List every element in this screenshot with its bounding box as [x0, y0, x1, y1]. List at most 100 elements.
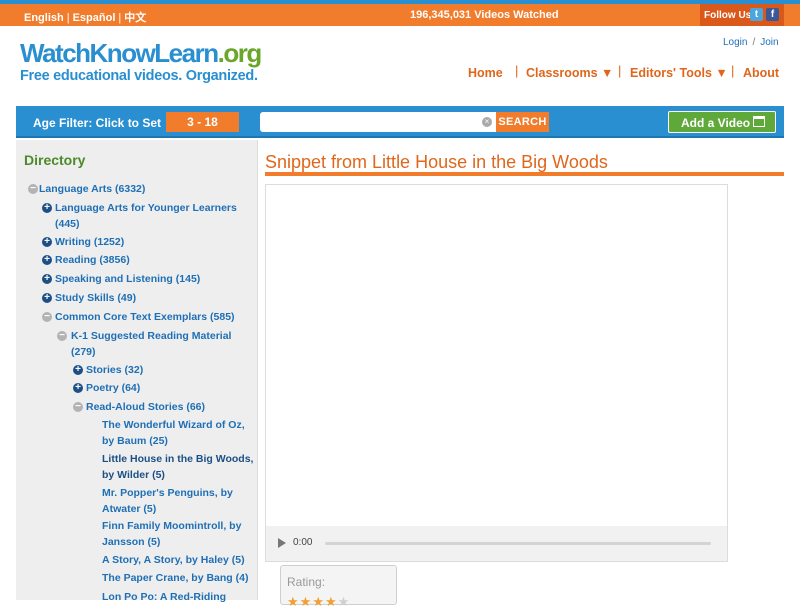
directory-item-line: by Baum (25): [102, 435, 168, 447]
rating-box: Rating: ★★★★★: [280, 565, 397, 609]
directory-item-line: by Wilder (5): [102, 469, 165, 481]
star-icon[interactable]: ★: [312, 594, 325, 609]
expand-icon[interactable]: +: [42, 274, 52, 284]
directory-item[interactable]: Finn Family Moomintroll, by Jansson (5): [102, 518, 241, 550]
directory-item-line: Writing (1252): [55, 236, 125, 248]
directory-item[interactable]: Study Skills (49): [55, 290, 136, 306]
follow-us-label: Follow Us: [704, 10, 752, 21]
directory-item-line: Language Arts (6332): [39, 183, 146, 195]
account-links: Login / Join: [723, 37, 779, 48]
logo-tagline: Free educational videos. Organized.: [20, 68, 258, 84]
clapperboard-icon: [753, 116, 765, 127]
expand-icon[interactable]: +: [73, 365, 83, 375]
directory-item-line: Finn Family Moomintroll, by: [102, 520, 242, 532]
video-player[interactable]: 0:00: [265, 184, 728, 562]
directory-item[interactable]: Common Core Text Exemplars (585): [55, 309, 235, 325]
clear-search-icon[interactable]: ×: [482, 117, 492, 127]
directory-item[interactable]: Stories (32): [86, 362, 143, 378]
directory-item-line: Common Core Text Exemplars (585): [55, 311, 235, 323]
directory-item-line: Atwater (5): [102, 503, 157, 515]
nav-classrooms[interactable]: Classrooms ▼: [526, 66, 613, 80]
directory-item-line: (445): [55, 218, 80, 230]
directory-item[interactable]: Speaking and Listening (145): [55, 271, 200, 287]
follow-us-box: Follow Us t f: [700, 4, 784, 26]
directory-item-line: Reading (3856): [55, 254, 130, 266]
star-icon[interactable]: ★: [300, 594, 313, 609]
login-link[interactable]: Login: [723, 37, 747, 48]
age-range-button[interactable]: 3 - 18: [166, 112, 239, 132]
time-display: 0:00: [293, 537, 313, 548]
directory-item-line: Speaking and Listening (145): [55, 273, 201, 285]
star-icon[interactable]: ★: [338, 594, 351, 609]
directory-item[interactable]: Reading (3856): [55, 252, 130, 268]
directory-item[interactable]: K-1 Suggested Reading Material (279): [71, 328, 231, 360]
add-video-label: Add a Video: [681, 116, 751, 130]
expand-icon[interactable]: +: [42, 203, 52, 213]
twitter-icon[interactable]: t: [750, 8, 763, 21]
nav-separator: |: [618, 63, 622, 78]
language-switcher: English | Español | 中文: [24, 9, 146, 25]
videos-watched-counter: 196,345,031 Videos Watched: [410, 9, 559, 21]
expand-icon[interactable]: +: [42, 293, 52, 303]
top-bar: English | Español | 中文 196,345,031 Videos Wa…: [0, 4, 800, 26]
directory-item[interactable]: The Paper Crane, by Bang (4): [102, 570, 248, 586]
directory-item-line: (279): [71, 346, 96, 358]
play-icon[interactable]: [278, 538, 286, 548]
nav-separator: |: [731, 63, 735, 78]
directory-item-line: Read-Aloud Stories (66): [86, 401, 206, 413]
search-toolbar: Age Filter: Click to Set 3 - 18 × SEARCH…: [16, 106, 784, 138]
expand-icon[interactable]: +: [42, 237, 52, 247]
video-title: Snippet from Little House in the Big Woo…: [265, 152, 608, 172]
directory-item-line: The Paper Crane, by Bang (4): [102, 572, 249, 584]
collapse-icon[interactable]: −: [42, 312, 52, 322]
directory-item-line: Poetry (64): [86, 382, 141, 394]
directory-item[interactable]: Writing (1252): [55, 234, 124, 250]
logo-name: WatchKnowLearn: [20, 38, 219, 68]
facebook-icon[interactable]: f: [766, 8, 779, 21]
nav-home[interactable]: Home: [468, 66, 503, 80]
language-spanish-link[interactable]: Español: [73, 12, 116, 24]
directory-item-line: Little House in the Big Woods,: [102, 453, 254, 465]
player-controls: 0:00: [266, 526, 727, 561]
directory-item-line: K-1 Suggested Reading Material: [71, 330, 232, 342]
star-icon[interactable]: ★: [325, 594, 338, 609]
language-chinese-link[interactable]: 中文: [124, 12, 146, 24]
rating-stars: ★★★★★: [287, 594, 350, 610]
directory-item[interactable]: Lon Po Po: A Red-Riding: [102, 589, 226, 605]
nav-about[interactable]: About: [743, 66, 779, 80]
collapse-icon[interactable]: −: [73, 402, 83, 412]
language-separator: |: [66, 12, 70, 24]
join-link[interactable]: Join: [760, 37, 778, 48]
directory-item[interactable]: Language Arts for Younger Learners (445): [55, 200, 237, 232]
directory-item-line: Study Skills (49): [55, 292, 137, 304]
nav-editors-tools[interactable]: Editors' Tools ▼: [630, 66, 728, 80]
directory-item-line: Stories (32): [86, 364, 144, 376]
language-separator: |: [118, 12, 122, 24]
nav-separator: |: [515, 63, 519, 78]
directory-item-line: Lon Po Po: A Red-Riding: [102, 591, 227, 603]
directory-item-current[interactable]: Little House in the Big Woods, by Wilder …: [102, 451, 253, 483]
directory-item-line: Jansson (5): [102, 536, 161, 548]
directory-item[interactable]: Mr. Popper's Penguins, by Atwater (5): [102, 485, 233, 517]
search-input[interactable]: [260, 112, 496, 132]
collapse-icon[interactable]: −: [28, 184, 38, 194]
star-icon[interactable]: ★: [287, 594, 300, 609]
site-logo[interactable]: WatchKnowLearn.org Free educational vide…: [20, 38, 262, 84]
search-button[interactable]: SEARCH: [496, 112, 549, 132]
age-filter-label[interactable]: Age Filter: Click to Set: [33, 116, 161, 130]
expand-icon[interactable]: +: [73, 383, 83, 393]
account-separator: /: [752, 37, 756, 48]
directory-item[interactable]: Poetry (64): [86, 380, 140, 396]
add-video-button[interactable]: Add a Video: [668, 111, 776, 133]
expand-icon[interactable]: +: [42, 255, 52, 265]
directory-item-line: Language Arts for Younger Learners: [55, 202, 237, 214]
directory-item[interactable]: A Story, A Story, by Haley (5): [102, 552, 245, 568]
directory-item[interactable]: The Wonderful Wizard of Oz, by Baum (25): [102, 417, 245, 449]
collapse-icon[interactable]: −: [57, 331, 67, 341]
directory-item-line: The Wonderful Wizard of Oz,: [102, 419, 245, 431]
language-english-link[interactable]: English: [24, 12, 64, 24]
directory-item[interactable]: Language Arts (6332): [39, 181, 145, 197]
directory-sidebar: Directory − Language Arts (6332) + Language…: [16, 140, 258, 603]
directory-item[interactable]: Read-Aloud Stories (66): [86, 399, 205, 415]
progress-track[interactable]: [325, 542, 711, 545]
